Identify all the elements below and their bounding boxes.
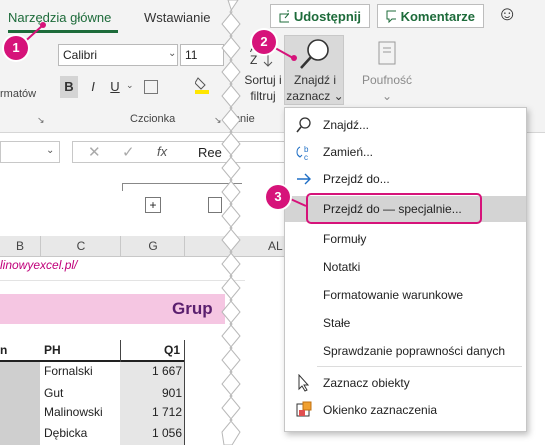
step-badge-1: 1 — [4, 36, 28, 60]
step-badge-3: 3 — [266, 185, 290, 209]
annotation-lines — [19, 22, 307, 207]
step-badge-2: 2 — [252, 30, 276, 54]
